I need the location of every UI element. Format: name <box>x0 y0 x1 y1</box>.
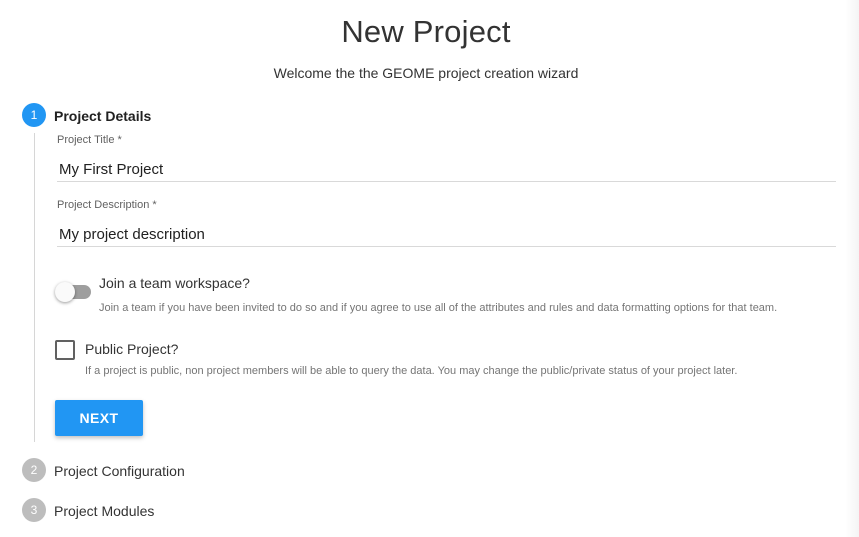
project-description-input[interactable] <box>57 223 836 247</box>
project-title-input[interactable] <box>57 158 836 182</box>
step-1-number-badge[interactable]: 1 <box>22 103 46 127</box>
step-2-label[interactable]: Project Configuration <box>54 463 185 479</box>
join-team-label[interactable]: Join a team workspace? <box>99 275 250 291</box>
step-3-label[interactable]: Project Modules <box>54 503 154 519</box>
project-description-label: Project Description * <box>57 199 157 211</box>
step-3-number-badge[interactable]: 3 <box>22 498 46 522</box>
stepper-connector-line <box>34 133 35 442</box>
page-subtitle: Welcome the the GEOME project creation w… <box>273 65 579 81</box>
join-team-help-text: Join a team if you have been invited to … <box>99 302 778 314</box>
page-title: New Project <box>341 14 511 49</box>
public-project-checkbox[interactable] <box>55 340 75 360</box>
step-2-number-badge[interactable]: 2 <box>22 458 46 482</box>
public-project-help-text: If a project is public, non project memb… <box>85 365 738 377</box>
project-title-label: Project Title * <box>57 134 122 146</box>
next-button[interactable]: NEXT <box>55 400 143 436</box>
toggle-thumb <box>55 282 75 302</box>
step-1-label[interactable]: Project Details <box>54 108 151 124</box>
public-project-label[interactable]: Public Project? <box>85 341 178 357</box>
join-team-toggle[interactable] <box>55 282 91 302</box>
